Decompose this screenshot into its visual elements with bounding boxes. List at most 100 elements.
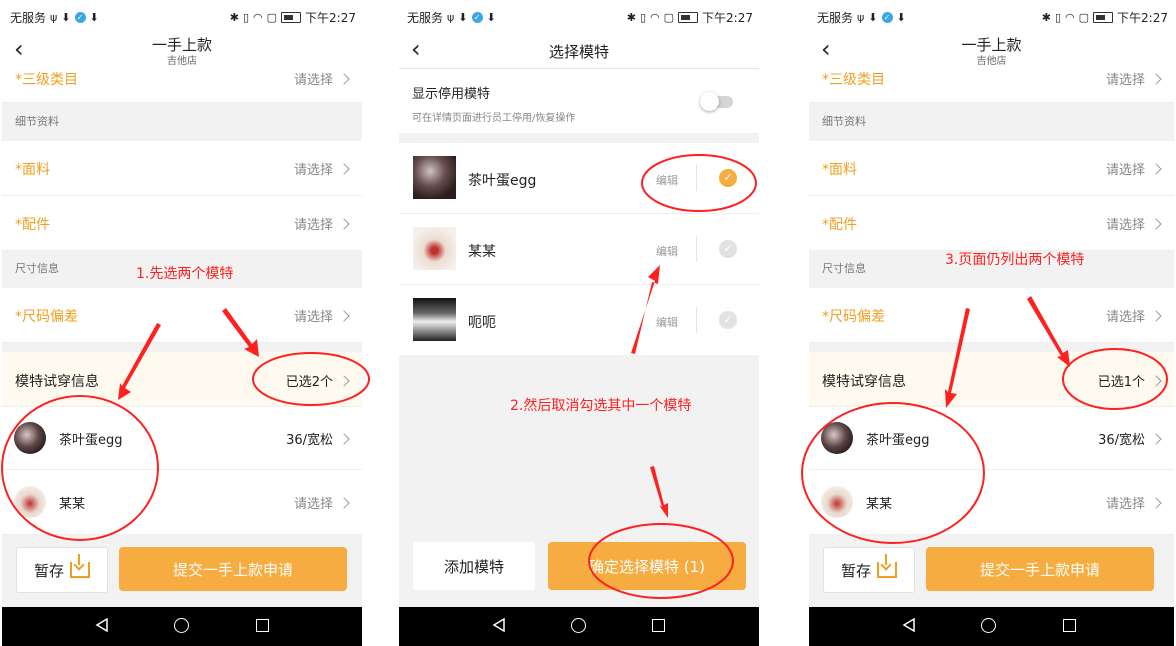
download-icon: ⬇ [89,11,99,24]
bottom-bar: 暂存 提交一手上款申请 [2,537,362,607]
row-accessory[interactable]: *配件 请选择 [2,196,362,251]
submit-button[interactable]: 提交一手上款申请 [119,547,347,591]
nav-bar: ‹ 选择模特 [399,34,759,69]
edit-link[interactable]: 编辑 [656,243,678,259]
checked-icon[interactable]: ✓ [719,169,737,187]
nav-recents-icon[interactable] [256,619,269,632]
model-row[interactable]: 茶叶蛋egg 36/宽松 [2,407,362,470]
toggle-label: 显示停用模特 [412,87,491,102]
row-fabric[interactable]: *面料 请选择 [809,141,1174,196]
chevron-right-icon [1150,433,1162,445]
row-value: 请选择 [293,218,333,233]
clock: 下午2:27 [1117,11,1168,25]
chevron-right-icon [338,218,350,230]
chevron-right-icon [1150,375,1162,387]
submit-button[interactable]: 提交一手上款申请 [926,547,1154,591]
row-size-bias[interactable]: *尺码偏差 请选择 [2,288,362,343]
row-model-info[interactable]: 模特试穿信息 已选1个 [809,352,1174,407]
unchecked-icon[interactable]: ✓ [719,240,737,258]
nav-bar: ‹ 一手上款 吉他店 [809,34,1174,69]
avatar [14,422,46,454]
vibrate-icon: ▯ [242,11,250,24]
row-category3[interactable]: *三级类目 请选择 [809,68,1174,103]
row-label: *面料 [822,162,857,178]
nav-recents-icon[interactable] [652,619,665,632]
row-label: *配件 [822,217,857,233]
unchecked-icon[interactable]: ✓ [719,311,737,329]
nav-home-icon[interactable] [174,618,189,633]
bluetooth-icon: ✱ [229,11,239,24]
download-icon: ⬇ [61,11,71,24]
save-draft-button[interactable]: 暂存 [16,547,108,593]
model-name: 茶叶蛋egg [468,173,537,189]
model-name: 某某 [468,244,496,260]
chevron-right-icon [338,497,350,509]
row-category3[interactable]: *三级类目 请选择 [2,68,362,103]
row-value: 请选择 [1105,218,1145,233]
vibrate-icon: ▯ [639,11,647,24]
system-nav-bar [2,607,362,646]
model-select-row[interactable]: 某某 编辑 ✓ [399,214,759,285]
page-subtitle: 吉他店 [976,56,1007,67]
row-value: 已选2个 [285,375,333,390]
divider [696,236,697,262]
toggle-hint: 可在详情页面进行员工停用/恢复操作 [412,113,576,124]
chevron-right-icon [1150,73,1162,85]
nav-recents-icon[interactable] [1063,619,1076,632]
row-model-info[interactable]: 模特试穿信息 已选2个 [2,352,362,407]
model-value: 请选择 [293,497,333,512]
toggle-knob [700,92,719,111]
nav-home-icon[interactable] [981,618,996,633]
sim-icon: ▢ [266,11,278,24]
confirm-selection-button[interactable]: 确定选择模特 (1) [548,542,746,590]
chevron-right-icon [338,73,350,85]
row-size-bias[interactable]: *尺码偏差 请选择 [809,288,1174,343]
usb-icon: ψ [50,11,58,24]
bluetooth-icon: ✱ [1041,11,1051,24]
edit-link[interactable]: 编辑 [656,172,678,188]
model-name: 某某 [59,497,86,512]
nav-back-icon[interactable] [492,618,506,632]
avatar [821,486,853,518]
edit-link[interactable]: 编辑 [656,314,678,330]
model-name: 茶叶蛋egg [866,433,930,448]
page-subtitle: 吉他店 [167,56,197,67]
save-draft-button[interactable]: 暂存 [823,547,915,593]
model-value: 请选择 [1105,497,1145,512]
carrier-label: 无服务 [10,11,47,25]
status-bar: 无服务 ψ ⬇ ✓ ⬇ ✱ ▯ ◠ ▢ 下午2:27 [809,0,1174,34]
page-title: 选择模特 [548,43,609,61]
model-value: 36/宽松 [1098,433,1145,448]
model-row[interactable]: 某某 请选择 [809,470,1174,535]
model-thumbnail [413,227,456,270]
row-label: *面料 [15,162,50,178]
check-badge-icon: ✓ [471,12,483,23]
chevron-right-icon [338,310,350,322]
model-select-row[interactable]: 呃呃 编辑 ✓ [399,285,759,355]
model-thumbnail [413,156,456,199]
chevron-right-icon [1150,497,1162,509]
model-row[interactable]: 某某 请选择 [2,470,362,535]
vibrate-icon: ▯ [1054,11,1062,24]
model-thumbnail [413,298,456,341]
row-fabric[interactable]: *面料 请选择 [2,141,362,196]
system-nav-bar [399,607,759,646]
add-model-button[interactable]: 添加模特 [413,542,535,590]
sim-icon: ▢ [1078,11,1090,24]
check-badge-icon: ✓ [881,12,893,23]
row-value: 请选择 [1105,163,1145,178]
model-row[interactable]: 茶叶蛋egg 36/宽松 [809,407,1174,470]
show-disabled-toggle[interactable] [700,92,733,111]
nav-home-icon[interactable] [571,618,586,633]
wifi-icon: ◠ [253,11,263,24]
row-accessory[interactable]: *配件 请选择 [809,196,1174,251]
download-icon: ⬇ [896,11,906,24]
model-select-row[interactable]: 茶叶蛋egg 编辑 ✓ [399,143,759,214]
save-label: 暂存 [840,561,871,580]
nav-back-icon[interactable] [95,618,109,632]
nav-back-icon[interactable] [902,618,916,632]
divider [696,165,697,191]
carrier-label: 无服务 [817,11,854,25]
battery-icon [281,12,302,23]
annotation-step-1: 1.先选两个模特 [136,266,234,282]
